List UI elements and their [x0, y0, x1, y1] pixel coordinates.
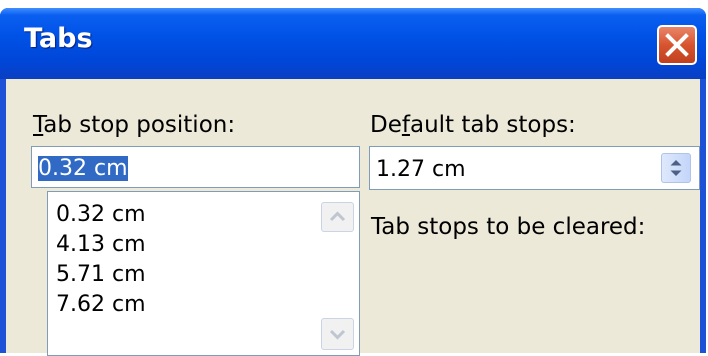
tab-stop-position-value: 0.32 cm	[38, 156, 128, 181]
tab-stop-position-label: Tab stop position:	[33, 112, 236, 138]
default-tab-stops-label: Default tab stops:	[370, 112, 576, 138]
scroll-up-icon	[329, 211, 346, 222]
accelerator-key: T	[33, 112, 44, 138]
list-item[interactable]: 5.71 cm	[56, 262, 146, 287]
scroll-up-button[interactable]	[321, 202, 354, 232]
accelerator-key: f	[401, 112, 410, 138]
list-item[interactable]: 4.13 cm	[56, 232, 146, 257]
title-bar[interactable]: Tabs	[0, 8, 706, 79]
close-icon	[665, 33, 689, 57]
dialog-body: Tab stop position: 0.32 cm 0.32 cm 4.13 …	[6, 79, 700, 356]
tabs-dialog: Tabs Tab stop position: 0.32 cm 0.32 cm …	[0, 8, 706, 356]
tab-stop-list[interactable]: 0.32 cm 4.13 cm 5.71 cm 7.62 cm	[47, 191, 360, 356]
dialog-title: Tabs	[24, 23, 93, 54]
default-tab-stops-value: 1.27 cm	[376, 157, 466, 182]
tab-stops-cleared-label: Tab stops to be cleared:	[371, 214, 646, 240]
scroll-down-button[interactable]	[321, 318, 354, 350]
spin-updown-icon	[670, 160, 682, 176]
close-button[interactable]	[657, 25, 697, 65]
list-item[interactable]: 7.62 cm	[56, 292, 146, 317]
default-tab-stops-spinner[interactable]: 1.27 cm	[369, 146, 700, 190]
tab-stop-position-input[interactable]: 0.32 cm	[31, 146, 360, 188]
list-item[interactable]: 0.32 cm	[56, 202, 146, 227]
spin-button[interactable]	[661, 153, 691, 183]
scroll-down-icon	[329, 329, 346, 340]
